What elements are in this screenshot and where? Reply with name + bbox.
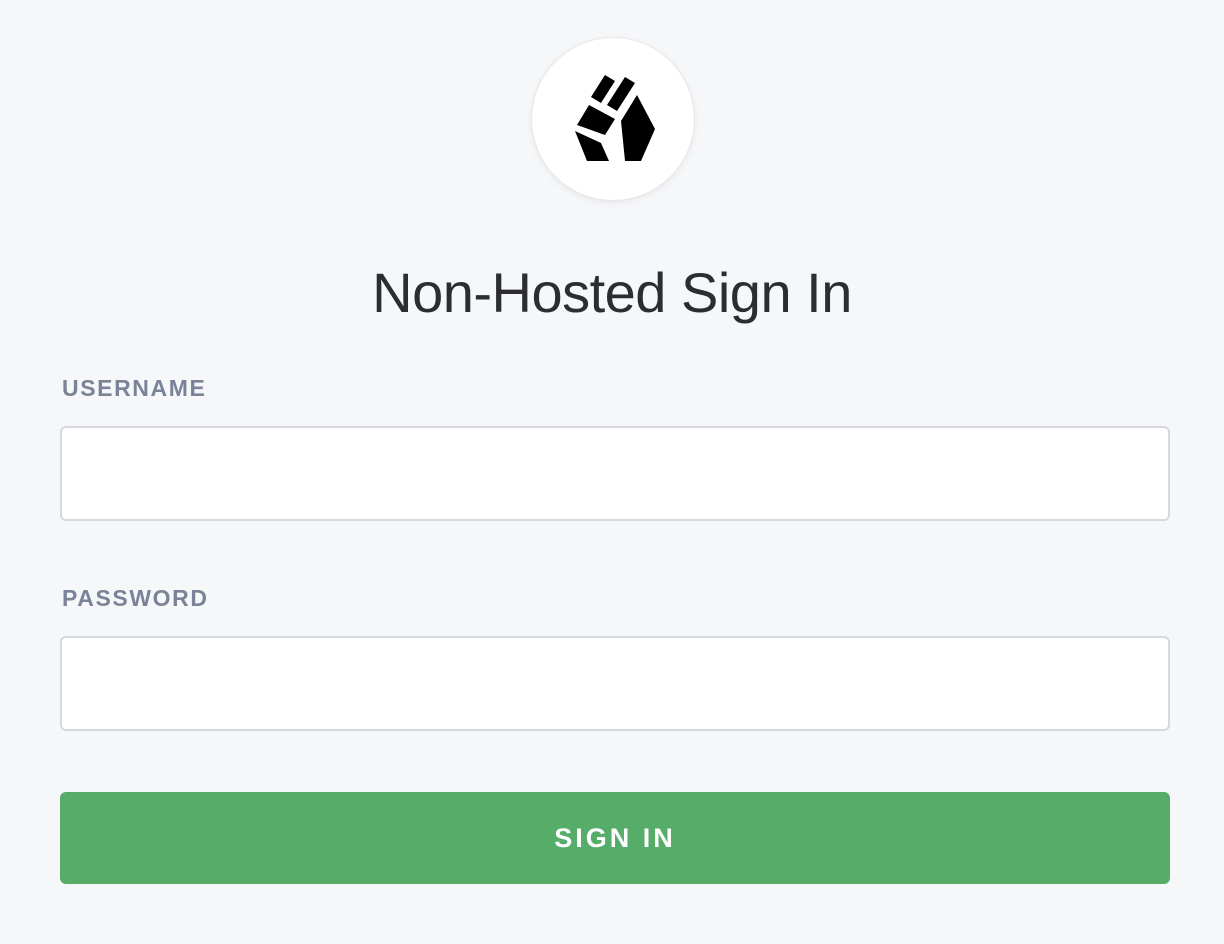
password-input[interactable] xyxy=(60,636,1170,731)
password-label: PASSWORD xyxy=(62,585,209,611)
page-title: Non-Hosted Sign In xyxy=(372,261,852,324)
username-input[interactable] xyxy=(60,426,1170,521)
username-label: USERNAME xyxy=(62,375,207,401)
sign-in-button[interactable]: SIGN IN xyxy=(60,792,1170,884)
logo-badge xyxy=(532,38,694,200)
brand-cube-logo-icon xyxy=(575,75,655,161)
